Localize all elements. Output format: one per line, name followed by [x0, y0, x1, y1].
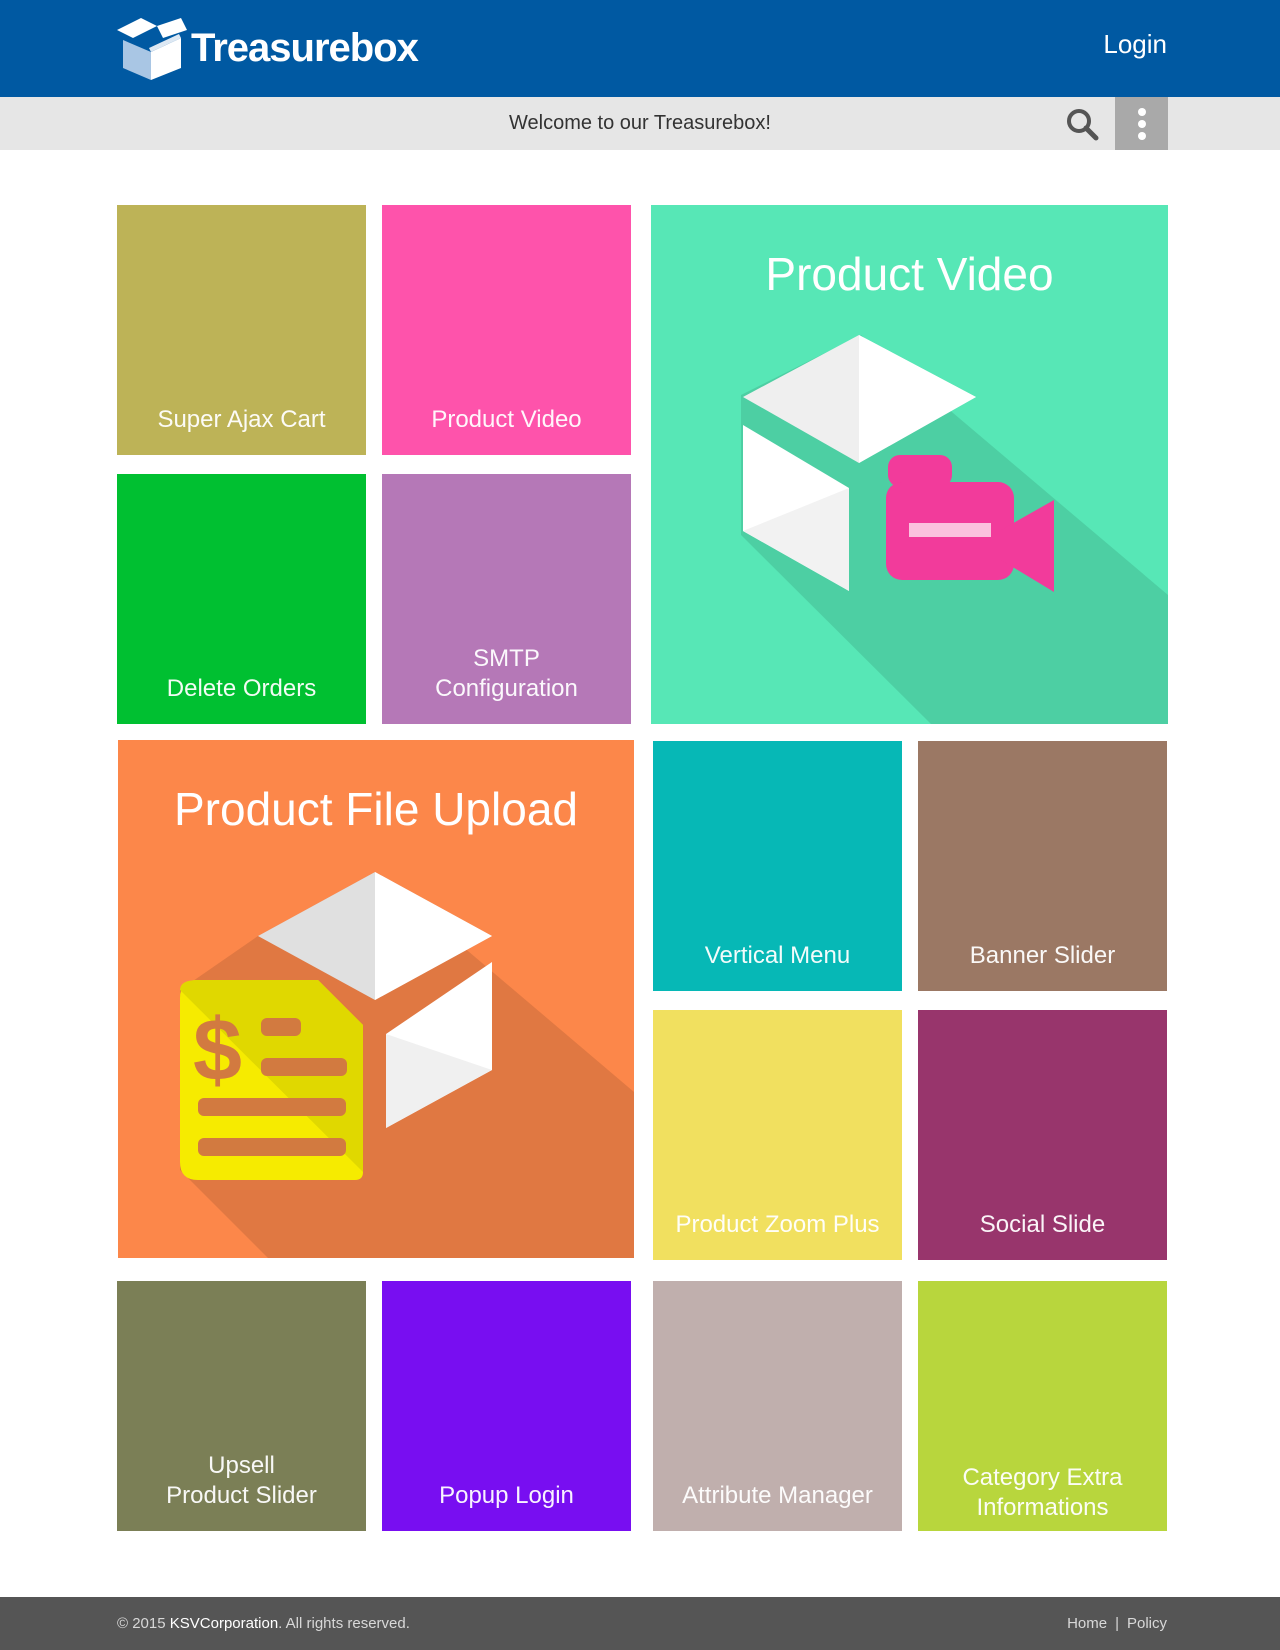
- tile-label: Delete Orders: [166, 675, 317, 702]
- tile-label: Upsell Product Slider: [166, 1452, 317, 1509]
- more-vertical-icon: [1137, 107, 1146, 140]
- search-icon: [1067, 108, 1099, 140]
- tile-social-slide[interactable]: Social Slide: [918, 1010, 1167, 1260]
- login-link[interactable]: Login: [1103, 29, 1167, 60]
- tile-vertical-menu[interactable]: Vertical Menu: [653, 741, 902, 991]
- logo-text: Treasurebox: [191, 25, 419, 70]
- tile-label: Super Ajax Cart: [157, 406, 326, 433]
- top-header: Treasurebox Login: [0, 0, 1280, 97]
- copyright-prefix: © 2015: [117, 1615, 170, 1632]
- tile-label: Vertical Menu: [704, 942, 851, 969]
- tile-banner-slider[interactable]: Banner Slider: [918, 741, 1167, 991]
- footer: © 2015 KSVCorporation. All rights reserv…: [0, 1597, 1280, 1650]
- tile-attribute-manager[interactable]: Attribute Manager: [653, 1281, 902, 1531]
- tile-label: Attribute Manager: [682, 1482, 873, 1509]
- tile-label: Banner Slider: [969, 942, 1116, 969]
- search-button[interactable]: [1058, 97, 1106, 150]
- tile-product-file-upload[interactable]: $ Product File Upload: [118, 740, 634, 1258]
- copyright-suffix: . All rights reserved.: [278, 1615, 410, 1632]
- tile-label: SMTP Configuration: [435, 645, 578, 702]
- tile-category-extra-informations[interactable]: Category Extra Informations: [918, 1281, 1167, 1531]
- box-logo-icon: [117, 18, 187, 80]
- tile-label: Social Slide: [979, 1211, 1106, 1238]
- treasurebox-logo[interactable]: Treasurebox: [115, 16, 419, 80]
- tile-product-video-featured[interactable]: Product Video: [651, 205, 1168, 724]
- tile-super-ajax-cart[interactable]: Super Ajax Cart: [117, 205, 366, 455]
- tile-title: Product Video: [765, 248, 1054, 300]
- tile-label: Popup Login: [439, 1482, 574, 1509]
- tile-product-video[interactable]: Product Video: [382, 205, 631, 455]
- copyright-text: © 2015 KSVCorporation. All rights reserv…: [117, 1615, 410, 1632]
- tile-label: Category Extra Informations: [962, 1464, 1123, 1521]
- tile-label: Product Zoom Plus: [675, 1211, 880, 1238]
- footer-links: Home | Policy: [1067, 1615, 1167, 1632]
- svg-text:$: $: [193, 1000, 242, 1099]
- footer-link-home[interactable]: Home: [1067, 1615, 1107, 1632]
- copyright-brand: KSVCorporation: [169, 1615, 279, 1632]
- tile-popup-login[interactable]: Popup Login: [382, 1281, 631, 1531]
- footer-link-separator: |: [1115, 1615, 1119, 1632]
- tile-upsell-product-slider[interactable]: Upsell Product Slider: [117, 1281, 366, 1531]
- more-menu-button[interactable]: [1115, 97, 1168, 150]
- footer-link-policy[interactable]: Policy: [1127, 1615, 1167, 1632]
- tile-product-zoom-plus[interactable]: Product Zoom Plus: [653, 1010, 902, 1260]
- tile-delete-orders[interactable]: Delete Orders: [117, 474, 366, 724]
- tile-smtp-configuration[interactable]: SMTP Configuration: [382, 474, 631, 724]
- tile-title: Product File Upload: [174, 783, 578, 835]
- tile-label: Product Video: [431, 406, 582, 433]
